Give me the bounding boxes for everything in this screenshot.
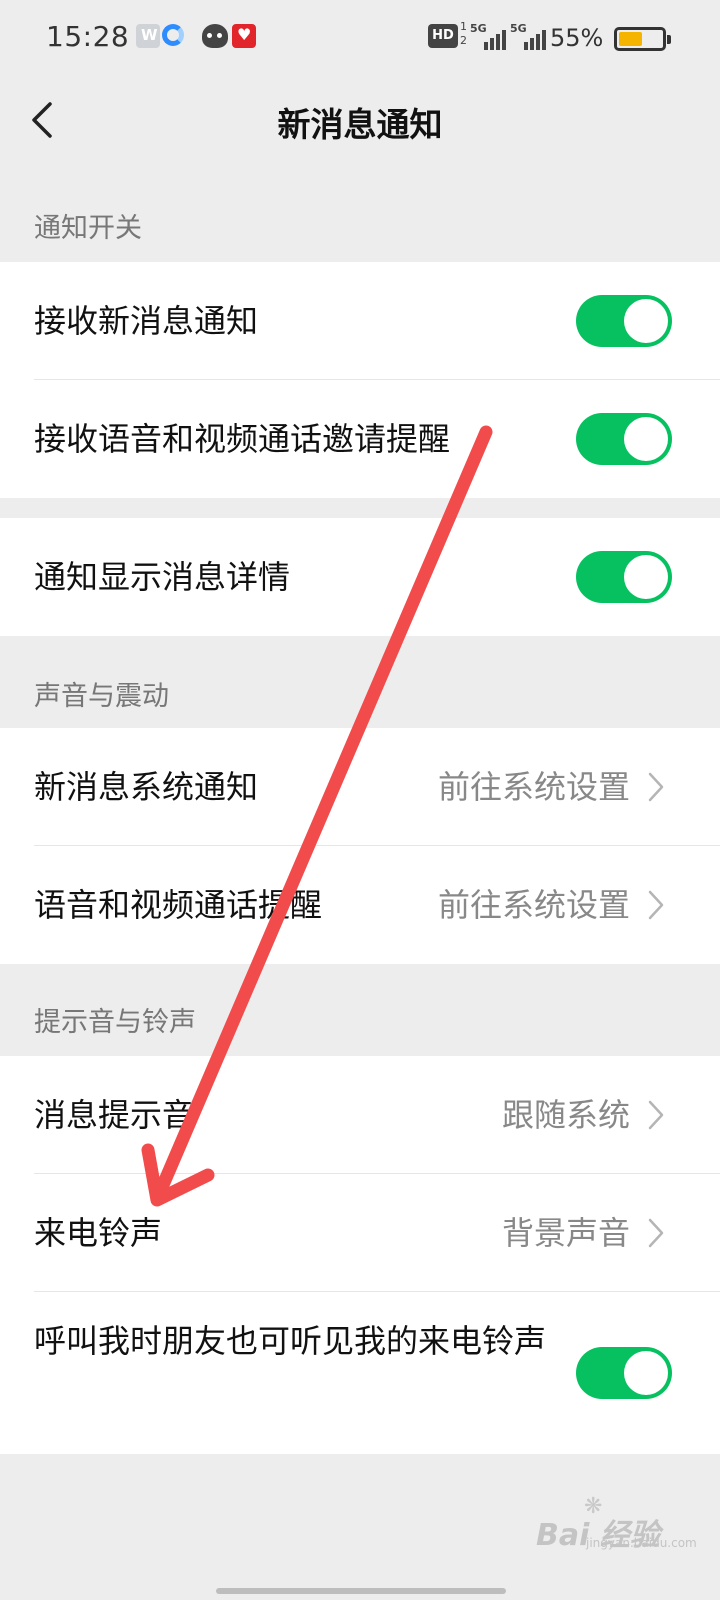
hd-icon: HD	[428, 24, 458, 48]
toggle-knob	[624, 417, 668, 461]
row-friends-hear: 呼叫我时朋友也可听见我的来电铃声	[0, 1292, 720, 1454]
row-label: 语音和视频通话提醒	[34, 886, 323, 924]
toggle-knob	[624, 1351, 668, 1395]
battery-fill	[619, 32, 643, 46]
chevron-right-icon	[648, 772, 664, 802]
home-indicator[interactable]	[216, 1588, 506, 1594]
show-detail-toggle[interactable]	[576, 551, 672, 603]
heart-app-icon	[232, 24, 256, 48]
status-time: 15:28	[46, 20, 130, 53]
battery-icon	[614, 27, 671, 51]
signal-2-icon: 5G	[510, 22, 548, 50]
row-value: 背景声音	[501, 1214, 630, 1252]
chevron-right-icon	[648, 890, 664, 920]
wps-app-icon	[136, 24, 160, 48]
hd-sub-top: 1	[460, 20, 467, 33]
group-ringtone: 消息提示音 跟随系统 来电铃声 背景声音 呼叫我时朋友也可听见我的来电铃声	[0, 1056, 720, 1454]
chevron-right-icon	[648, 1218, 664, 1248]
browser-app-icon	[162, 24, 184, 46]
group-detail: 通知显示消息详情	[0, 518, 720, 636]
row-label: 新消息系统通知	[34, 768, 259, 806]
toggle-knob	[624, 299, 668, 343]
friends-hear-toggle[interactable]	[576, 1347, 672, 1399]
row-label: 消息提示音	[34, 1096, 195, 1134]
status-bar: 15:28 HD 1 2 5G 5G 55%	[0, 0, 720, 76]
hd-sub-bottom: 2	[460, 34, 467, 47]
status-right: HD 1 2 5G 5G 55%	[428, 20, 671, 54]
page-title: 新消息通知	[277, 105, 443, 144]
signal-2-label: 5G	[510, 22, 527, 35]
row-label: 来电铃声	[34, 1214, 163, 1252]
group-sound: 新消息系统通知 前往系统设置 语音和视频通话提醒 前往系统设置	[0, 728, 720, 964]
battery-percent: 55%	[550, 24, 604, 52]
row-call-remind[interactable]: 语音和视频通话提醒 前往系统设置	[0, 846, 720, 964]
row-label: 接收语音和视频通话邀请提醒	[34, 420, 451, 458]
watermark-sub: jingyan.baidu.com	[586, 1536, 697, 1550]
row-ringtone[interactable]: 来电铃声 背景声音	[0, 1174, 720, 1292]
section-header-sound: 声音与震动	[34, 681, 169, 712]
row-label: 通知显示消息详情	[34, 558, 291, 596]
row-show-detail: 通知显示消息详情	[0, 518, 720, 636]
row-sys-notify[interactable]: 新消息系统通知 前往系统设置	[0, 728, 720, 846]
receive-new-toggle[interactable]	[576, 295, 672, 347]
receive-call-toggle[interactable]	[576, 413, 672, 465]
baidu-watermark: ❋ Bai 经验 jingyan.baidu.com	[536, 1494, 697, 1553]
toggle-knob	[624, 555, 668, 599]
cat-app-icon	[202, 24, 228, 48]
row-receive-call: 接收语音和视频通话邀请提醒	[0, 380, 720, 498]
row-value: 跟随系统	[501, 1096, 630, 1134]
row-value: 前往系统设置	[437, 886, 630, 924]
row-label: 接收新消息通知	[34, 302, 259, 340]
section-header-ringtone: 提示音与铃声	[34, 1007, 196, 1038]
group-notify: 接收新消息通知 接收语音和视频通话邀请提醒	[0, 262, 720, 498]
section-header-notify: 通知开关	[34, 213, 142, 244]
signal-1-icon: 5G	[470, 22, 508, 50]
row-value: 前往系统设置	[437, 768, 630, 806]
nav-bar: 新消息通知	[0, 76, 720, 164]
row-receive-new: 接收新消息通知	[0, 262, 720, 380]
row-label: 呼叫我时朋友也可听见我的来电铃声	[34, 1322, 547, 1360]
chevron-right-icon	[648, 1100, 664, 1130]
signal-1-label: 5G	[470, 22, 487, 35]
row-msg-tone[interactable]: 消息提示音 跟随系统	[0, 1056, 720, 1174]
